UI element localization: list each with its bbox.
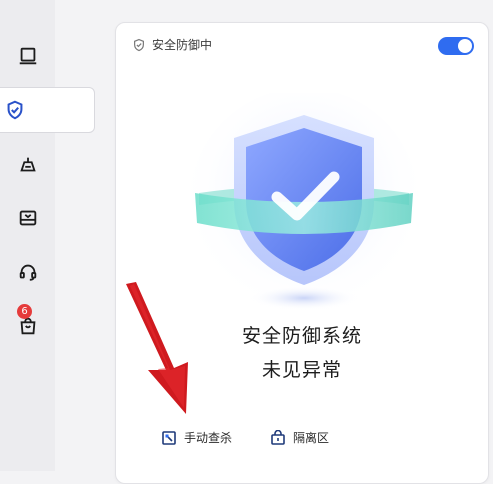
device-icon [19, 47, 36, 65]
quarantine-button[interactable]: 隔离区 [270, 429, 329, 446]
quarantine-box-icon [271, 429, 285, 445]
manual-scan-button[interactable]: 手动查杀 [161, 429, 232, 446]
sidebar-item-store[interactable]: 6 [0, 304, 55, 348]
shield-check-small-icon [134, 38, 144, 51]
sidebar-item-support[interactable] [0, 250, 55, 294]
install-box-icon [19, 210, 36, 226]
cleaner-icon [19, 157, 36, 172]
red-arrow-annotation [126, 282, 188, 414]
sidebar-item-device[interactable] [0, 34, 55, 78]
action-row: 手动查杀 隔离区 [161, 429, 329, 446]
protection-status: 安全防御中 [132, 36, 212, 53]
quarantine-label: 隔离区 [293, 431, 330, 445]
sidebar-item-install[interactable] [0, 196, 55, 240]
notification-badge: 6 [17, 304, 32, 319]
scan-icon [162, 430, 176, 445]
headset-icon [19, 264, 36, 281]
manual-scan-label: 手动查杀 [184, 431, 233, 445]
sidebar-item-cleaner[interactable] [0, 143, 55, 187]
toggle-knob [458, 39, 472, 53]
sidebar-item-protection[interactable] [0, 87, 95, 133]
shield-illustration [189, 93, 419, 318]
protection-toggle[interactable] [438, 37, 474, 55]
left-sidebar: 6 [0, 0, 95, 471]
shield-check-icon [7, 100, 23, 120]
status-label: 安全防御中 [152, 38, 213, 52]
